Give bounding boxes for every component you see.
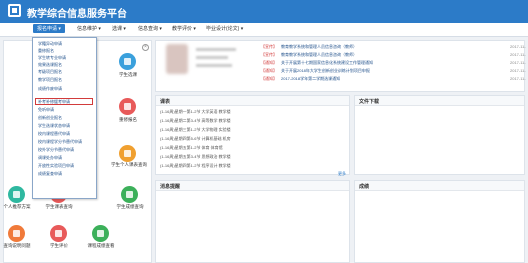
grade-query-icon[interactable] bbox=[121, 186, 138, 203]
avatar bbox=[166, 44, 188, 74]
menu-item[interactable]: 效果选课报名 bbox=[38, 62, 62, 68]
course-entry[interactable]: (1-16周)星期五第1-2节 体育 体育馆 bbox=[160, 145, 223, 151]
nav-item-info-maintenance[interactable]: 信息维护 ▾ bbox=[77, 25, 101, 32]
notice-link[interactable]: 关于开展第十七期国家信息化系统建设工作管理通知 bbox=[281, 60, 373, 66]
panel-title-grades: 成绩 bbox=[359, 184, 370, 190]
notice-date: 2017-11- bbox=[510, 52, 526, 57]
menu-item[interactable]: 校外学分节替代申请 bbox=[38, 147, 74, 153]
notice-link[interactable]: 教育教学系统和管理人员信息咨询（教师） bbox=[281, 44, 357, 50]
profile-info-line bbox=[196, 64, 232, 67]
app-label-class-schedule[interactable]: 学生课表查询 bbox=[42, 204, 76, 209]
menu-item[interactable]: 成绩作废申请 bbox=[38, 86, 62, 92]
panel-title-courses: 课表 bbox=[160, 99, 171, 105]
app-label-help[interactable]: 查询说明问题 bbox=[0, 243, 34, 248]
menu-item[interactable]: 重修报名 bbox=[38, 48, 54, 54]
course-entry[interactable]: (1-16周)星期四第5-6节 计算机基础 机房 bbox=[160, 136, 231, 142]
plan-icon[interactable] bbox=[8, 186, 25, 203]
panel-header: 成绩 bbox=[355, 181, 524, 191]
course-grade-icon[interactable] bbox=[92, 225, 109, 242]
notice-link[interactable]: 关于开展2018年大学生创新创业训练计划项目申报 bbox=[281, 68, 370, 74]
notice-badge: 【通知】 bbox=[261, 76, 277, 81]
course-selection-icon[interactable] bbox=[119, 53, 136, 70]
app-label-personal-timetable[interactable]: 学生个人课表查询 bbox=[111, 162, 147, 167]
help-icon[interactable] bbox=[8, 225, 25, 242]
message-panel: 消息提醒 bbox=[155, 180, 350, 263]
app-label-retake[interactable]: 重修报名 bbox=[111, 117, 145, 122]
profile-info-line bbox=[196, 48, 236, 51]
panel-title-files: 文件下载 bbox=[359, 99, 380, 105]
menu-item[interactable]: 教学项目报名 bbox=[38, 77, 62, 83]
notice-date: 2017-11- bbox=[510, 60, 526, 65]
profile-info-line bbox=[196, 56, 228, 59]
notice-link[interactable]: 教育教学系统和管理人员信息咨询（教师） bbox=[281, 52, 357, 58]
notice-badge: 【通知】 bbox=[261, 60, 277, 65]
platform-logo-icon bbox=[8, 4, 21, 17]
nav-item-graduation-design[interactable]: 毕业设计(论文) ▾ bbox=[206, 25, 243, 32]
panel-title-messages: 消息提醒 bbox=[160, 184, 181, 190]
more-link[interactable]: 更多 bbox=[338, 171, 346, 177]
evaluation-icon[interactable] bbox=[50, 225, 67, 242]
menu-item[interactable]: 学生选课状态申请 bbox=[38, 123, 70, 129]
notice-badge: 【宣传】 bbox=[261, 52, 277, 57]
nav-item-info-query[interactable]: 信息查询 ▾ bbox=[138, 25, 162, 32]
menu-item[interactable]: 免听申请 bbox=[38, 107, 54, 113]
app-label-evaluation[interactable]: 学生评价 bbox=[42, 243, 76, 248]
menu-item-highlighted[interactable]: 补考补修缓考申请 bbox=[38, 99, 70, 105]
nav-item-course-selection[interactable]: 选课 ▾ bbox=[112, 25, 126, 32]
panel-header: 课表 bbox=[156, 96, 349, 106]
menu-item[interactable]: 学生转专业申请 bbox=[38, 55, 66, 61]
course-entry[interactable]: (1-16周)星期二第3-4节 高等数学 教学楼 bbox=[160, 118, 231, 124]
course-entry[interactable]: (1-16周)星期一第1-2节 大学英语 教学楼 bbox=[160, 109, 231, 115]
app-label-course-selection[interactable]: 学生选课 bbox=[111, 72, 145, 77]
menu-item[interactable]: 学籍异动申请 bbox=[38, 41, 62, 47]
top-header: 教学综合信息服务平台 bbox=[0, 0, 528, 23]
notice-badge: 【宣传】 bbox=[261, 44, 277, 49]
file-download-panel: 文件下载 bbox=[354, 95, 525, 175]
app-title: 教学综合信息服务平台 bbox=[27, 9, 127, 20]
close-icon[interactable]: × bbox=[142, 44, 149, 51]
menu-item[interactable]: 调课处办申请 bbox=[38, 155, 62, 161]
notice-date: 2017-11- bbox=[510, 68, 526, 73]
app-label-course-grade[interactable]: 课程成绩查看 bbox=[84, 243, 118, 248]
menu-item[interactable]: 校内课程学分节替代申请 bbox=[38, 139, 82, 145]
course-entry[interactable]: (1-16周)星期四第1-2节 程序设计 教学楼 bbox=[160, 163, 231, 169]
app-label-grade-query[interactable]: 学生成绩查询 bbox=[113, 204, 147, 209]
course-entry[interactable]: (1-16周)星期三第1-2节 大学物理 实验楼 bbox=[160, 127, 231, 133]
nav-item-teaching-evaluation[interactable]: 教学评价 ▾ bbox=[172, 25, 196, 32]
notice-date: 2017-11- bbox=[510, 44, 526, 49]
main-navbar: 报名申请 ▾ 信息维护 ▾ 选课 ▾ 信息查询 ▾ 教学评价 ▾ 毕业设计(论文… bbox=[0, 23, 528, 37]
notice-badge: 【通知】 bbox=[261, 68, 277, 73]
course-entry[interactable]: (1-16周)星期五第3-4节 思想政治 教学楼 bbox=[160, 154, 231, 160]
timetable-icon[interactable] bbox=[119, 145, 136, 162]
menu-item[interactable]: 考级项目报名 bbox=[38, 69, 62, 75]
menu-item[interactable]: 校内课程替代申请 bbox=[38, 131, 70, 137]
menu-item[interactable]: 开放性实验项目申请 bbox=[38, 163, 74, 169]
grades-panel: 成绩 bbox=[354, 180, 525, 263]
panel-header: 文件下载 bbox=[355, 96, 524, 106]
notice-link[interactable]: 2017-2018学年第二学期选课通知 bbox=[281, 76, 340, 82]
notice-date: 2017-11- bbox=[510, 76, 526, 81]
menu-item[interactable]: 成绩复查申请 bbox=[38, 171, 62, 177]
app-label-personal-plan[interactable]: 个人推荐方案 bbox=[0, 204, 34, 209]
panel-header: 消息提醒 bbox=[156, 181, 349, 191]
menu-item[interactable]: 创新创业报名 bbox=[38, 115, 62, 121]
nav-item-application[interactable]: 报名申请 ▾ bbox=[33, 24, 65, 33]
application-dropdown-menu: 学籍异动申请 重修报名 学生转专业申请 效果选课报名 考级项目报名 教学项目报名… bbox=[32, 37, 97, 199]
retake-icon[interactable] bbox=[119, 98, 136, 115]
